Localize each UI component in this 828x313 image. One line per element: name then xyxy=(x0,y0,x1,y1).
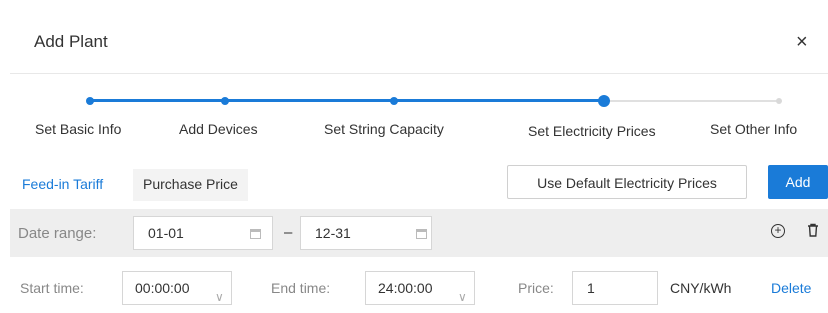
end-time-value: 24:00:00 xyxy=(378,280,433,296)
step-label-electricity-prices[interactable]: Set Electricity Prices xyxy=(528,123,656,139)
date-range-separator: – xyxy=(284,224,293,241)
calendar-icon xyxy=(416,229,427,239)
step-label-basic-info[interactable]: Set Basic Info xyxy=(35,121,121,137)
start-time-label: Start time: xyxy=(20,280,84,296)
step-dot-2 xyxy=(221,97,229,105)
trash-icon[interactable] xyxy=(807,223,819,237)
step-label-other-info[interactable]: Set Other Info xyxy=(710,121,797,137)
step-dot-1 xyxy=(86,97,94,105)
end-date-value: 12-31 xyxy=(315,225,351,241)
calendar-icon xyxy=(250,229,261,239)
dialog-title: Add Plant xyxy=(34,32,108,51)
start-date-input[interactable]: 01-01 xyxy=(133,216,273,250)
chevron-down-icon: ∨ xyxy=(215,290,224,304)
add-button[interactable]: Add xyxy=(768,165,828,199)
chevron-down-icon: ∨ xyxy=(458,290,467,304)
start-time-value: 00:00:00 xyxy=(135,280,190,296)
price-value: 1 xyxy=(587,280,595,296)
price-input[interactable]: 1 xyxy=(572,271,658,305)
add-period-icon[interactable]: + xyxy=(771,224,785,238)
use-default-prices-button[interactable]: Use Default Electricity Prices xyxy=(507,165,747,199)
date-range-label: Date range: xyxy=(18,225,97,242)
step-connector-4 xyxy=(606,100,778,102)
step-connector-2 xyxy=(228,99,391,102)
step-dot-3 xyxy=(390,97,398,105)
price-label: Price: xyxy=(518,280,554,296)
step-label-add-devices[interactable]: Add Devices xyxy=(179,121,258,137)
step-dot-4-current xyxy=(598,95,610,107)
step-connector-1 xyxy=(90,99,224,102)
delete-link[interactable]: Delete xyxy=(771,280,811,296)
step-label-string-capacity[interactable]: Set String Capacity xyxy=(324,121,444,137)
step-dot-5-pending xyxy=(776,98,782,104)
header-divider xyxy=(10,73,828,74)
end-date-input[interactable]: 12-31 xyxy=(300,216,432,250)
close-icon[interactable]: × xyxy=(796,31,808,54)
tab-feed-in-tariff[interactable]: Feed-in Tariff xyxy=(22,176,103,192)
start-time-select[interactable]: 00:00:00 ∨ xyxy=(122,271,232,305)
step-connector-3 xyxy=(396,99,602,102)
price-unit: CNY/kWh xyxy=(670,280,732,296)
end-time-select[interactable]: 24:00:00 ∨ xyxy=(365,271,475,305)
end-time-label: End time: xyxy=(271,280,331,296)
start-date-value: 01-01 xyxy=(148,225,184,241)
tab-purchase-price[interactable]: Purchase Price xyxy=(133,169,248,201)
